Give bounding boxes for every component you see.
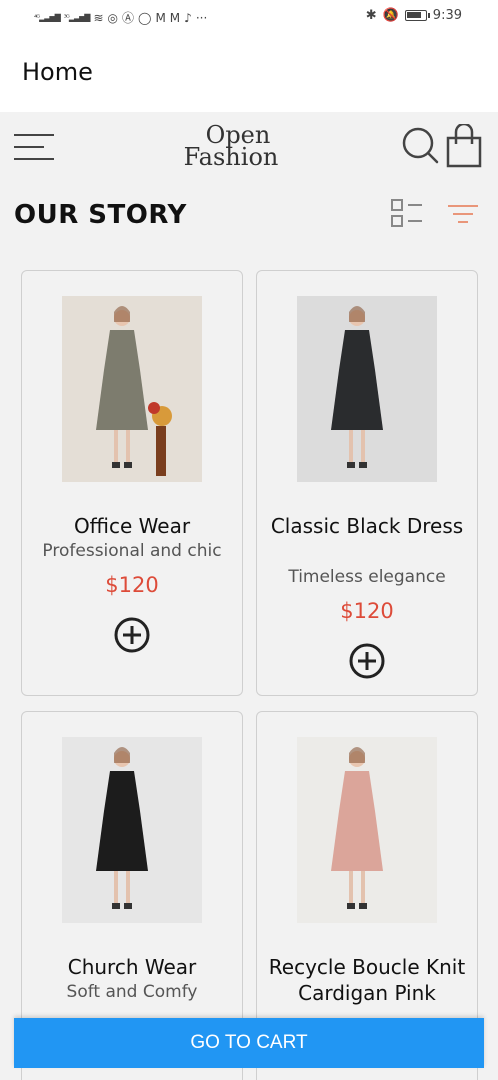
bluetooth-icon: ✱ [365,8,377,23]
product-price: $120 [105,573,159,597]
status-icons-left: ⁴ᴳ▂▃▅▇ ³ᴳ▂▃▅▇ ≋ ◎ Ⓐ ◯ M M ♪ ··· [34,9,207,26]
add-to-cart-icon[interactable] [349,643,385,679]
battery-icon [404,10,430,21]
app-a-icon: Ⓐ [121,11,134,25]
app-bar: Home [0,34,498,112]
search-icon[interactable] [402,126,440,164]
page-title: Home [22,58,93,86]
product-description: Soft and Comfy [66,982,198,1002]
product-description: Timeless elegance [288,567,446,587]
mute-icon: 🔕 [382,8,399,23]
product-name: Recycle Boucle Knit Cardigan Pink [268,955,466,1005]
section-title: OUR STORY [14,200,187,230]
more-notifications-icon: ··· [195,10,208,25]
status-bar: ⁴ᴳ▂▃▅▇ ³ᴳ▂▃▅▇ ≋ ◎ Ⓐ ◯ M M ♪ ··· ✱ 🔕 9:39 [0,0,498,34]
product-description: Professional and chic [42,541,222,561]
status-time: 9:39 [432,8,462,23]
filter-icon[interactable] [446,202,480,226]
logo: Open Fashion [176,123,286,182]
product-image [62,737,202,923]
tiktok-icon: ♪ [184,10,192,25]
status-icons-right: ✱ 🔕 9:39 [366,8,462,23]
signal-4g-icon: ⁴ᴳ▂▃▅▇ [34,13,61,22]
product-name: Office Wear [73,514,191,538]
menu-icon[interactable] [14,132,56,162]
store-header: Open Fashion [0,112,498,188]
product-image [297,737,437,923]
product-card[interactable]: Classic Black Dress Timeless elegance $1… [256,270,478,696]
product-price: $120 [340,599,394,623]
signal-3g-icon: ³ᴳ▂▃▅▇ [63,13,91,22]
wifi-icon: ≋ [93,10,104,25]
gmail-icon-2: M [169,10,181,25]
gmail-icon: M [155,10,166,25]
product-name: Classic Black Dress [270,514,464,538]
hotspot-icon: ◎ [107,10,118,25]
logo-line2: Fashion [183,143,279,171]
shopping-bag-icon[interactable] [444,124,484,168]
list-view-icon[interactable] [390,198,424,230]
product-image [62,296,202,482]
go-to-cart-button[interactable]: GO TO CART [14,1018,484,1068]
product-image [297,296,437,482]
section-header: OUR STORY [0,188,498,248]
product-card[interactable]: Office Wear Professional and chic $120 [21,270,243,696]
add-to-cart-icon[interactable] [114,617,150,653]
product-name: Church Wear [67,955,197,979]
whatsapp-icon: ◯ [138,10,152,25]
